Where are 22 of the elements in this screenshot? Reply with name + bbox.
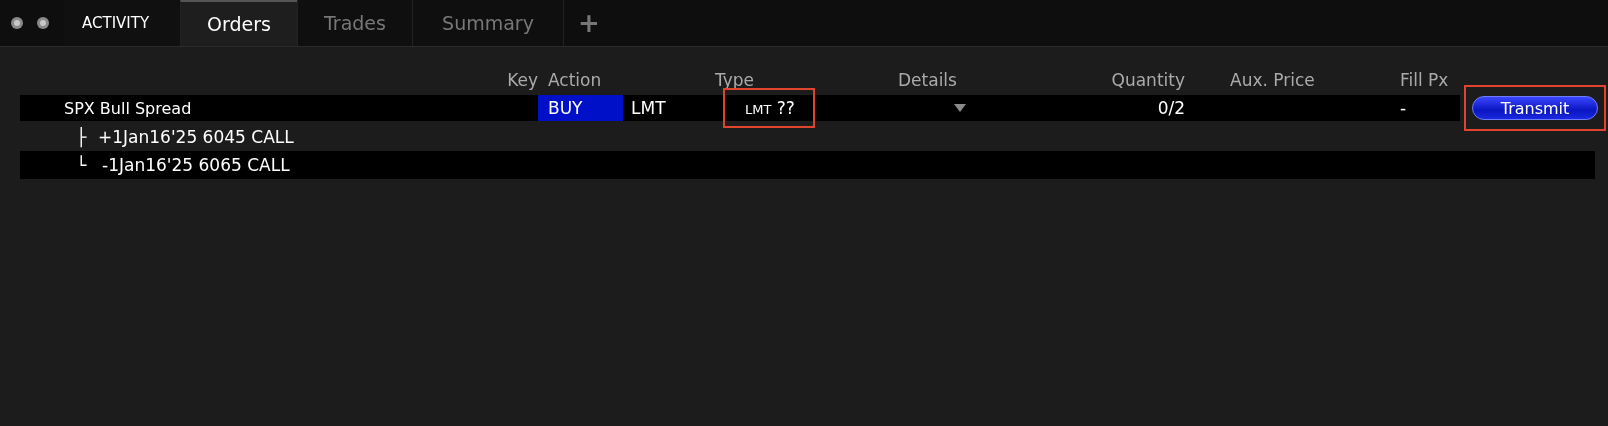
column-header: Key xyxy=(506,70,538,90)
window-control-icon[interactable] xyxy=(36,16,50,30)
column-header: Details xyxy=(897,70,958,90)
add-tab-button[interactable]: + xyxy=(563,0,614,46)
table-cell-text: -1Jan16'25 6065 CALL xyxy=(101,155,290,175)
action-cell[interactable]: BUY xyxy=(538,95,623,121)
table-cell-text: 0/2 xyxy=(1156,98,1186,118)
table-cell: +1Jan16'25 6045 CALL xyxy=(98,127,294,147)
column-header: Aux. Price xyxy=(1229,70,1316,90)
column-header: Action xyxy=(547,70,603,90)
tree-branch: └ xyxy=(75,155,88,175)
column-header: Quantity xyxy=(1110,70,1186,90)
dropdown-icon[interactable] xyxy=(954,104,966,112)
tab[interactable]: Orders xyxy=(180,0,297,46)
column-header: Fill Px xyxy=(1399,70,1450,90)
table-cell-text: - xyxy=(1399,98,1408,118)
window-control-icon[interactable] xyxy=(10,16,24,30)
tree-branch: ├ xyxy=(75,127,88,147)
table-cell-text: SPX Bull Spread xyxy=(63,98,193,118)
type-cell: LMT ?? xyxy=(723,88,815,128)
table-cell-text: LMT xyxy=(630,98,667,118)
transmit-button[interactable]: Transmit xyxy=(1472,96,1598,120)
